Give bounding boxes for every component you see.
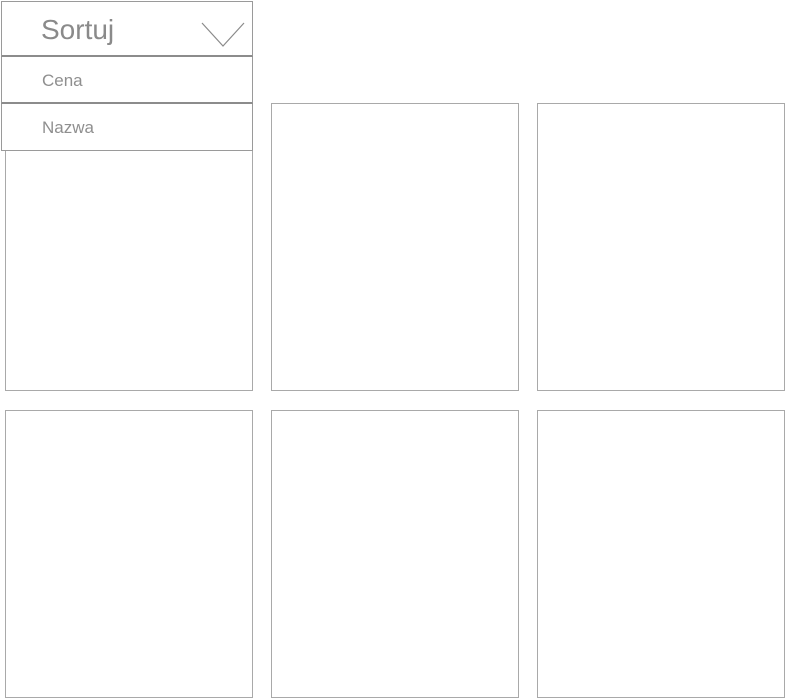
sort-option-label: Nazwa: [42, 118, 94, 137]
sort-dropdown[interactable]: Sortuj Cena Nazwa: [1, 1, 253, 151]
chevron-down-icon[interactable]: [201, 22, 245, 48]
product-card[interactable]: [537, 103, 785, 391]
sort-option-nazwa[interactable]: Nazwa: [1, 104, 253, 151]
sort-option-cena[interactable]: Cena: [1, 57, 253, 104]
product-card[interactable]: [271, 410, 519, 698]
sort-option-label: Cena: [42, 71, 83, 90]
product-card[interactable]: [5, 410, 253, 698]
product-card[interactable]: [271, 103, 519, 391]
sort-dropdown-toggle[interactable]: Sortuj: [1, 1, 253, 57]
product-card[interactable]: [537, 410, 785, 698]
sort-label: Sortuj: [41, 14, 115, 45]
